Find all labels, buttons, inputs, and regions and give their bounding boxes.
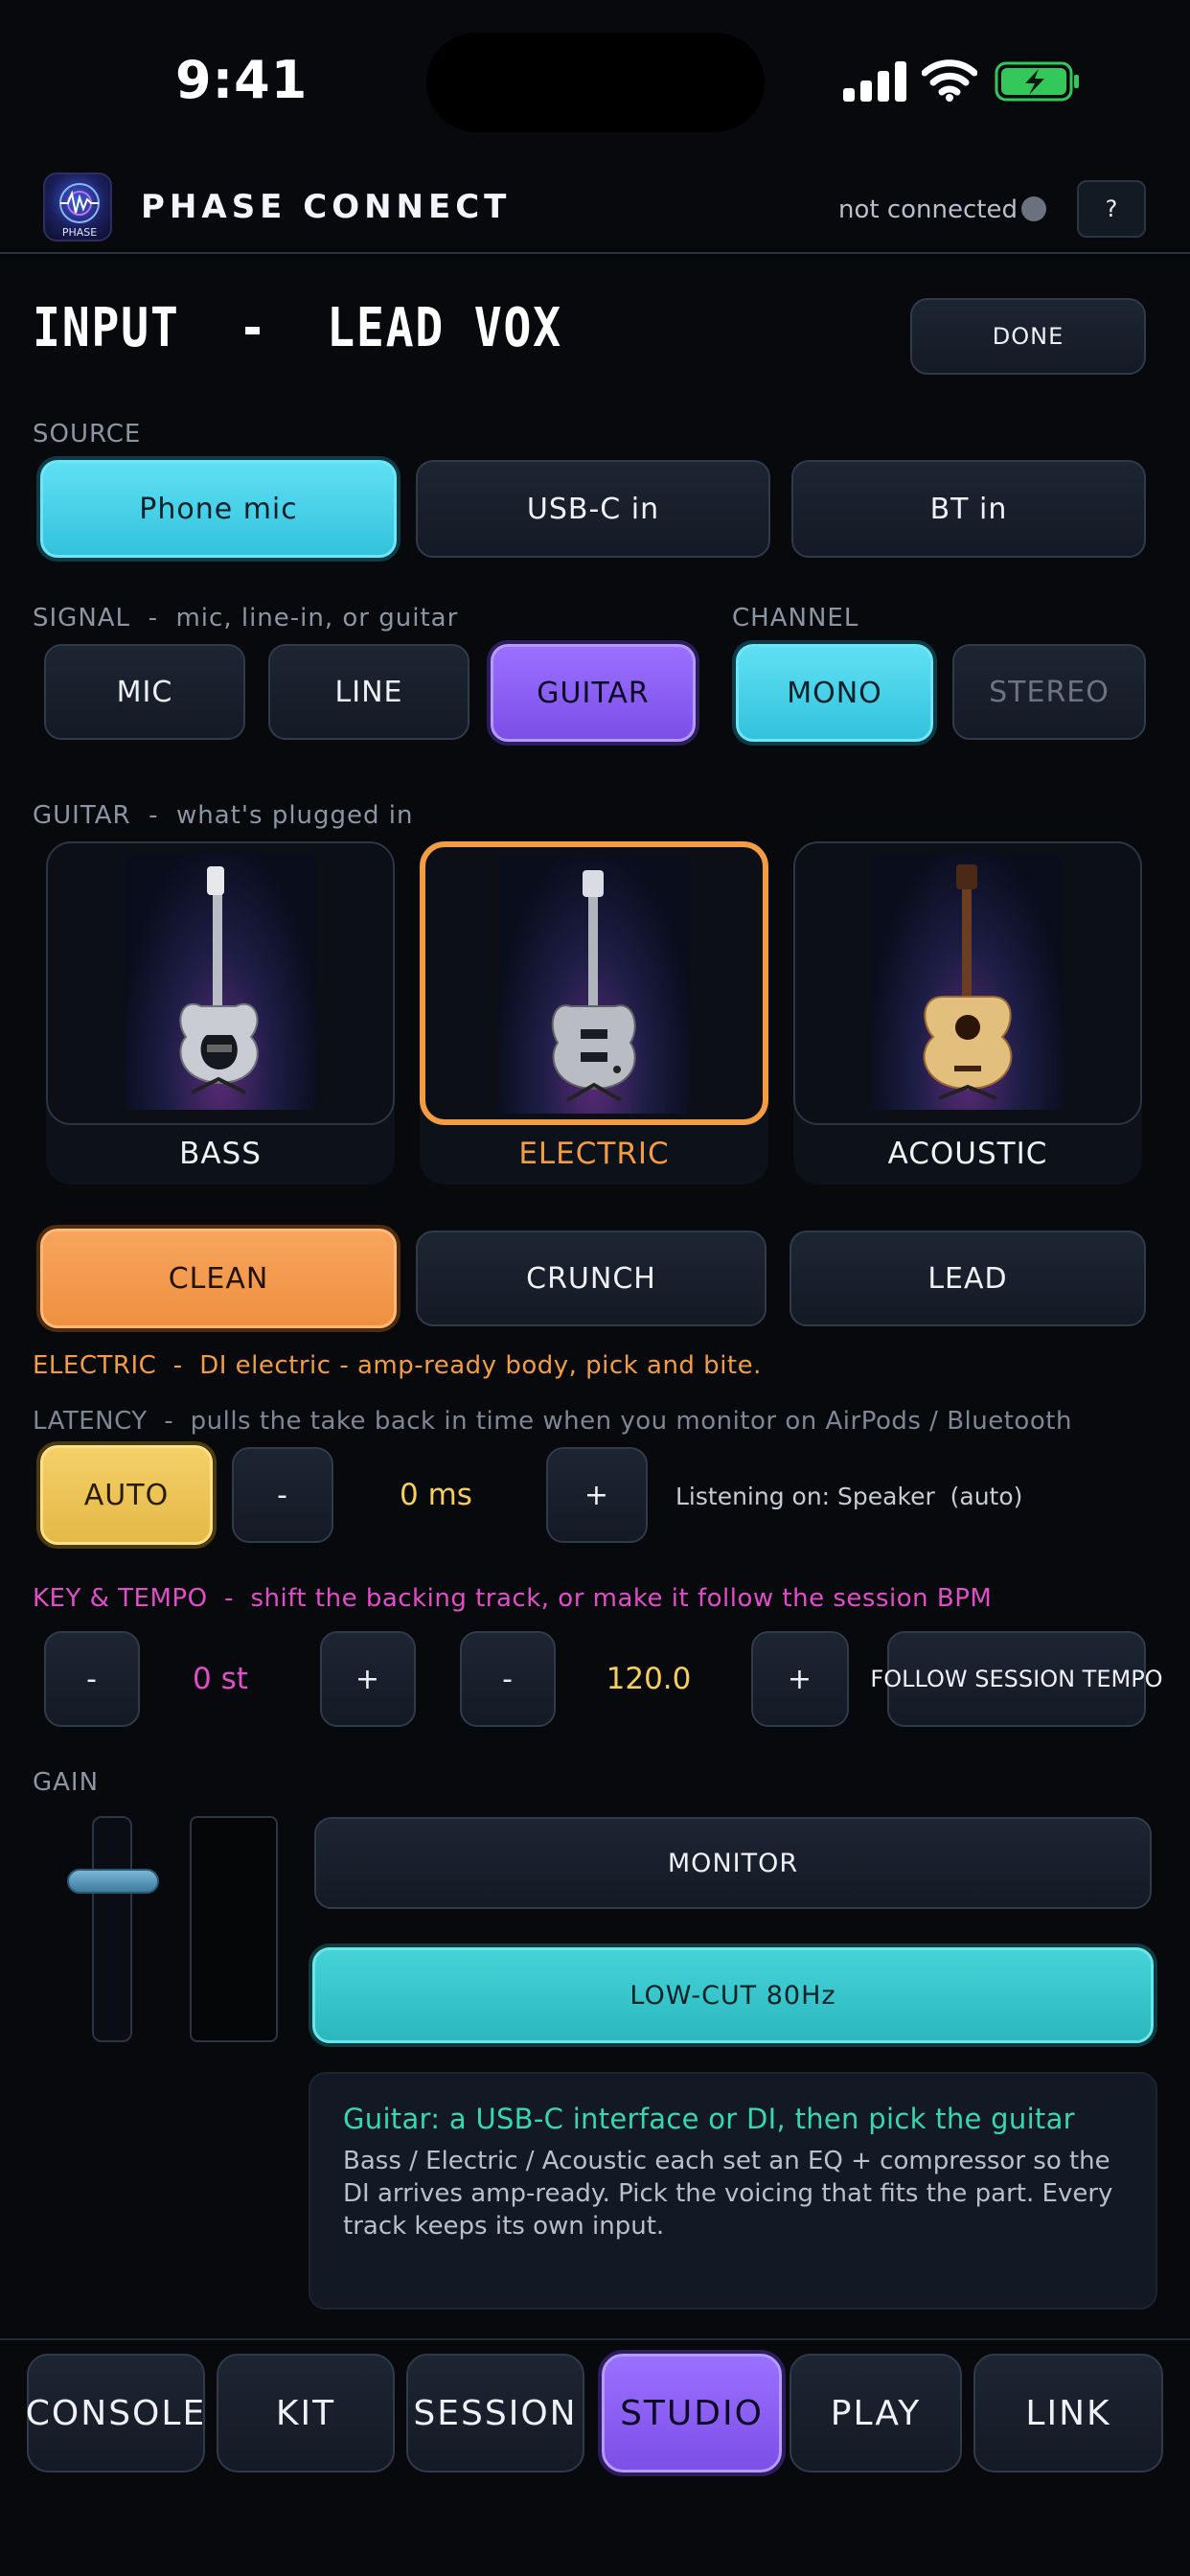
listening-device: Listening on: Speaker (auto) — [675, 1483, 1023, 1510]
nav-divider — [0, 2338, 1190, 2340]
info-title: Guitar: a USB-C interface or DI, then pi… — [343, 2103, 1075, 2135]
guitar-card-label: ACOUSTIC — [887, 1137, 1048, 1171]
app-title: PHASE CONNECT — [141, 188, 512, 226]
gain-label: GAIN — [33, 1768, 100, 1797]
channel-label: CHANNEL — [732, 604, 859, 632]
source-usbc-button[interactable]: USB-C in — [416, 460, 770, 558]
signal-mic-button[interactable]: MIC — [44, 644, 245, 740]
guitar-card-frame — [46, 841, 395, 1125]
connection-status: not connected — [838, 196, 1018, 224]
guitar-label: GUITAR - what's plugged in — [33, 801, 414, 830]
tab-play[interactable]: PLAY — [790, 2354, 962, 2472]
guitar-card-label: ELECTRIC — [518, 1137, 670, 1171]
dynamic-island — [426, 33, 765, 132]
tempo-value: 120.0 — [606, 1662, 692, 1696]
app-logo: PHASE — [43, 172, 112, 242]
guitar-card-bass[interactable]: BASS — [46, 841, 395, 1184]
key-tempo-label: KEY & TEMPO - shift the backing track, o… — [33, 1584, 993, 1613]
channel-stereo-button[interactable]: STEREO — [952, 644, 1146, 740]
latency-decrement-button[interactable]: - — [232, 1447, 333, 1543]
status-time: 9:41 — [175, 50, 309, 110]
guitar-card-frame — [793, 841, 1142, 1125]
latency-value: 0 ms — [400, 1478, 472, 1512]
electric-guitar-photo — [498, 857, 690, 1114]
latency-auto-button[interactable]: AUTO — [40, 1445, 213, 1545]
latency-label: LATENCY - pulls the take back in time wh… — [33, 1407, 1072, 1436]
guitar-card-label: BASS — [179, 1137, 262, 1171]
tab-link[interactable]: LINK — [973, 2354, 1163, 2472]
acoustic-guitar-photo — [872, 853, 1064, 1110]
signal-label: SIGNAL - mic, line-in, or guitar — [33, 604, 459, 632]
tempo-increment-button[interactable]: + — [751, 1631, 849, 1727]
help-button[interactable]: ? — [1077, 180, 1146, 238]
page-title: INPUT - LEAD VOX — [33, 297, 562, 359]
monitor-button[interactable]: MONITOR — [314, 1817, 1152, 1909]
key-decrement-button[interactable]: - — [44, 1631, 140, 1727]
cellular-signal-icon — [843, 59, 906, 102]
guitar-card-frame-selected — [420, 841, 768, 1125]
header-divider — [0, 252, 1190, 254]
follow-session-tempo-button[interactable]: FOLLOW SESSION TEMPO — [870, 1631, 1163, 1727]
guitar-description: ELECTRIC - DI electric - amp-ready body,… — [33, 1351, 762, 1380]
tab-console[interactable]: CONSOLE — [26, 2354, 205, 2472]
source-label: SOURCE — [33, 420, 142, 448]
tempo-decrement-button[interactable]: - — [460, 1631, 556, 1727]
gain-fader-track[interactable] — [92, 1816, 132, 2042]
voicing-lead-button[interactable]: LEAD — [790, 1230, 1146, 1326]
latency-increment-button[interactable]: + — [546, 1447, 648, 1543]
signal-guitar-button[interactable]: GUITAR — [491, 644, 696, 742]
logo-text: PHASE — [62, 226, 97, 239]
battery-charging-icon — [995, 61, 1081, 102]
guitar-card-electric[interactable]: ELECTRIC — [420, 841, 768, 1184]
channel-mono-button[interactable]: MONO — [736, 644, 933, 742]
key-value: 0 st — [193, 1662, 248, 1696]
key-increment-button[interactable]: + — [320, 1631, 416, 1727]
voicing-clean-button[interactable]: CLEAN — [40, 1229, 397, 1328]
guitar-card-acoustic[interactable]: ACOUSTIC — [793, 841, 1142, 1184]
signal-line-button[interactable]: LINE — [268, 644, 469, 740]
voicing-crunch-button[interactable]: CRUNCH — [416, 1230, 767, 1326]
tab-studio[interactable]: STUDIO — [602, 2354, 782, 2472]
bass-guitar-photo — [125, 853, 316, 1110]
source-bt-button[interactable]: BT in — [791, 460, 1146, 558]
info-body: Bass / Electric / Acoustic each set an E… — [343, 2147, 1113, 2241]
done-button[interactable]: DONE — [910, 298, 1146, 375]
wifi-icon — [921, 58, 978, 102]
tab-kit[interactable]: KIT — [217, 2354, 395, 2472]
source-phone-mic-button[interactable]: Phone mic — [40, 460, 397, 558]
lowcut-button[interactable]: LOW-CUT 80Hz — [312, 1947, 1154, 2043]
info-panel: Guitar: a USB-C interface or DI, then pi… — [309, 2072, 1157, 2310]
tab-session[interactable]: SESSION — [406, 2354, 584, 2472]
connection-indicator — [1021, 196, 1046, 221]
level-meter — [190, 1816, 278, 2042]
gain-fader-handle[interactable] — [67, 1869, 159, 1894]
